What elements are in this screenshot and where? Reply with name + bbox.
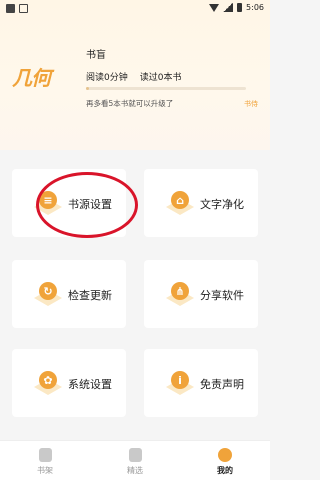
read-time: 阅读0分钟 [86, 73, 128, 83]
tab-label: 精选 [127, 466, 143, 475]
book-source-icon: ≡ [34, 191, 62, 215]
sd-card-icon [19, 4, 28, 13]
battery-icon [237, 3, 243, 12]
menu-label: 书源设置 [68, 198, 112, 211]
menu-book-source[interactable]: ≡ 书源设置 [12, 169, 126, 237]
menu-label: 检查更新 [68, 289, 112, 302]
books-read: 读过0本书 [139, 73, 182, 83]
username[interactable]: 书盲 [86, 46, 106, 61]
bookshelf-icon [39, 448, 52, 462]
notification-icon [6, 4, 15, 13]
broom-icon: ⌂ [166, 191, 194, 215]
info-icon: i [166, 371, 194, 395]
status-bar: 5:06 [0, 0, 270, 18]
reading-stats: 阅读0分钟 读过0本书 [86, 70, 181, 83]
menu-disclaimer[interactable]: i 免责声明 [144, 349, 258, 417]
tab-label: 书架 [37, 466, 53, 475]
rank-badge: 书侍 [244, 100, 258, 108]
tab-bookshelf[interactable]: 书架 [0, 441, 90, 480]
menu-share-app[interactable]: ⋔ 分享软件 [144, 260, 258, 328]
gear-icon: ✿ [34, 371, 62, 395]
level-progress-fill [86, 87, 90, 90]
menu-text-purify[interactable]: ⌂ 文字净化 [144, 169, 258, 237]
share-icon: ⋔ [166, 282, 194, 306]
signal-icon [223, 3, 234, 12]
app-logo: 几何 [12, 66, 51, 90]
menu-system-settings[interactable]: ✿ 系统设置 [12, 349, 126, 417]
featured-icon [129, 448, 142, 462]
tab-mine[interactable]: 我的 [180, 441, 270, 480]
refresh-icon: ↻ [34, 282, 62, 306]
menu-label: 系统设置 [68, 378, 112, 391]
wifi-icon [209, 3, 220, 12]
bottom-tab-bar: 书架 精选 我的 [0, 440, 270, 480]
tab-featured[interactable]: 精选 [90, 441, 180, 480]
menu-label: 分享软件 [200, 289, 244, 302]
menu-check-update[interactable]: ↻ 检查更新 [12, 260, 126, 328]
profile-icon [218, 448, 232, 462]
status-time: 5:06 [246, 3, 264, 12]
menu-label: 文字净化 [200, 198, 244, 211]
level-progress [86, 87, 246, 90]
level-hint: 再多看5本书就可以升级了 [86, 99, 174, 108]
tab-label: 我的 [217, 466, 233, 475]
menu-label: 免责声明 [200, 378, 244, 391]
